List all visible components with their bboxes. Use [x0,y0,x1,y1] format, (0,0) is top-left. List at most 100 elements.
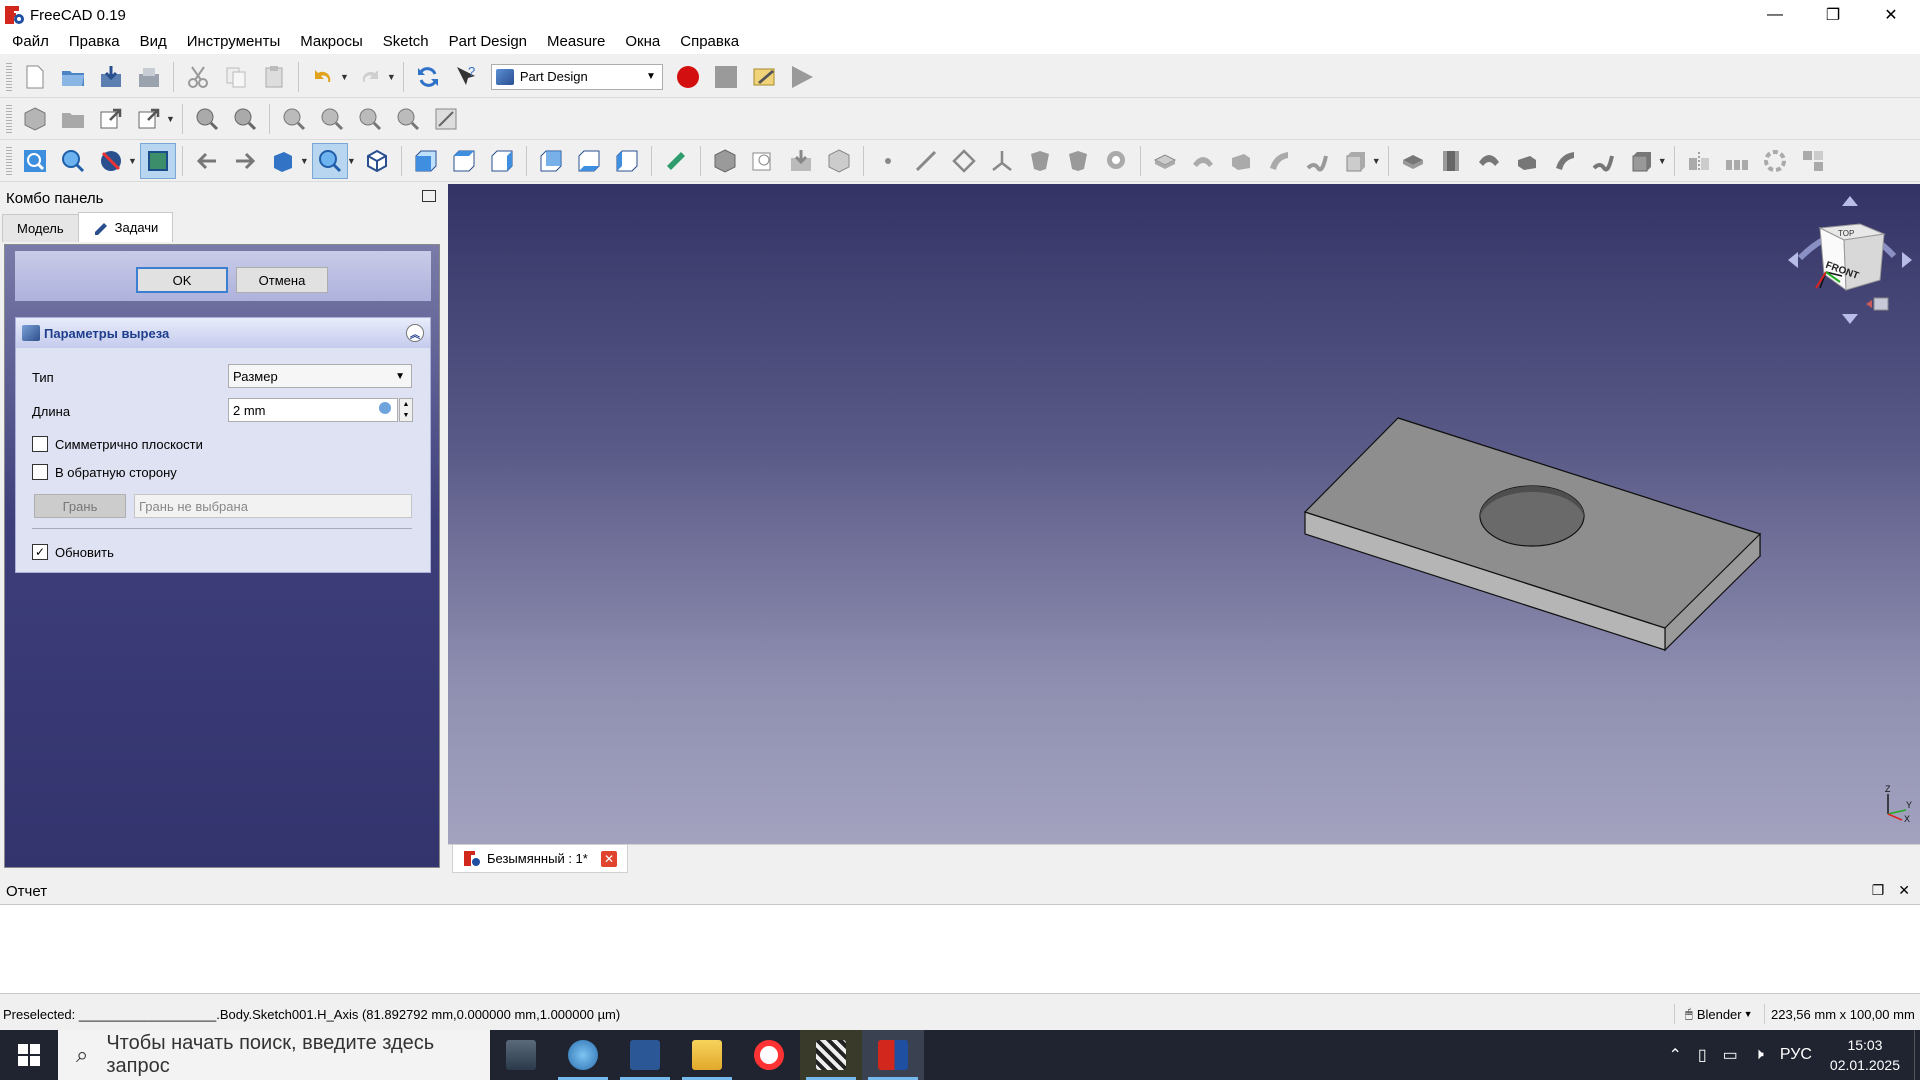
menu-windows[interactable]: Окна [615,30,670,54]
toolbar-grip[interactable] [6,146,12,175]
close-report-icon[interactable]: ✕ [1898,882,1910,899]
length-input[interactable]: 2 mm [228,398,398,422]
face-button[interactable]: Грань [34,494,126,518]
fit-all-icon[interactable] [17,143,53,179]
cancel-button[interactable]: Отмена [236,267,328,293]
plate-model[interactable] [1303,417,1762,652]
update-checkbox[interactable]: ✓ [32,544,48,560]
run-macro-icon[interactable] [784,59,820,95]
float-panel-icon[interactable] [422,190,436,202]
zoom-dropdown-icon[interactable]: ▼ [347,156,356,166]
datum-point-icon[interactable] [870,143,906,179]
link-dropdown-icon[interactable]: ▼ [166,114,175,124]
open-folder-icon[interactable] [55,59,91,95]
additive-primitive-dropdown-icon[interactable]: ▼ [1372,156,1381,166]
measure-tool-icon[interactable] [189,101,225,137]
measure-delta-icon[interactable] [428,101,464,137]
back-arrow-icon[interactable] [189,143,225,179]
redo-dropdown-icon[interactable]: ▼ [387,72,396,82]
measure-linear-icon[interactable] [276,101,312,137]
language-indicator[interactable]: РУС [1780,1046,1812,1064]
clone-icon[interactable] [821,143,857,179]
validate-sketch-icon[interactable] [783,143,819,179]
show-desktop-button[interactable] [1914,1030,1920,1080]
tab-model[interactable]: Модель [2,214,79,242]
menu-edit[interactable]: Правка [59,30,130,54]
measure-distance-icon[interactable] [658,143,694,179]
additive-loft-icon[interactable] [1223,143,1259,179]
additive-pipe-icon[interactable] [1261,143,1297,179]
record-macro-icon[interactable] [670,59,706,95]
mirrored-icon[interactable] [1681,143,1717,179]
link-actions-icon[interactable] [131,101,167,137]
usb-icon[interactable]: ▯ [1698,1045,1707,1065]
right-view-icon[interactable] [484,143,520,179]
taskbar-yandex[interactable] [738,1030,800,1080]
link-icon[interactable] [93,101,129,137]
stop-macro-icon[interactable] [708,59,744,95]
update-checkbox-row[interactable]: ✓ Обновить [32,544,114,560]
subtractive-helix-icon[interactable] [1585,143,1621,179]
isometric-view-icon[interactable] [359,143,395,179]
toolbar-grip[interactable] [6,104,12,133]
fit-selection-icon[interactable] [55,143,91,179]
datum-line-icon[interactable] [908,143,944,179]
additive-primitive-icon[interactable] [1337,143,1373,179]
undo-icon[interactable] [305,59,341,95]
report-view[interactable] [0,904,1920,994]
local-cs-icon[interactable] [984,143,1020,179]
edit-macro-icon[interactable] [746,59,782,95]
measure-angle-icon[interactable] [227,101,263,137]
start-button[interactable] [0,1030,58,1080]
bounding-box-icon[interactable] [139,142,176,179]
menu-help[interactable]: Справка [670,30,749,54]
menu-measure[interactable]: Measure [537,30,615,54]
document-tab[interactable]: Безымянный : 1* ✕ [452,845,628,873]
pad-icon[interactable] [1147,143,1183,179]
symmetric-checkbox[interactable] [32,436,48,452]
pocket-icon[interactable] [1395,143,1431,179]
3d-viewport[interactable]: TOP FRONT Z Y X [448,184,1920,844]
network-icon[interactable]: ▭ [1723,1045,1738,1065]
ok-button[interactable]: OK [136,267,228,293]
front-view-icon[interactable] [408,143,444,179]
measure-clear-icon[interactable] [352,101,388,137]
float-report-icon[interactable]: ❐ [1872,882,1885,899]
paste-icon[interactable] [256,59,292,95]
create-body-icon[interactable] [707,143,743,179]
taskbar-explorer[interactable] [676,1030,738,1080]
menu-part-design[interactable]: Part Design [439,30,537,54]
length-spinner[interactable]: ▲ ▼ [399,398,413,422]
polar-pattern-icon[interactable] [1757,143,1793,179]
face-field[interactable]: Грань не выбрана [134,494,412,518]
measure-refresh-icon[interactable] [314,101,350,137]
reversed-checkbox[interactable] [32,464,48,480]
new-document-icon[interactable] [17,59,53,95]
std-views-icon[interactable] [265,143,301,179]
top-view-icon[interactable] [446,143,482,179]
shape-binder-icon[interactable] [1022,143,1058,179]
multi-transform-icon[interactable] [1795,143,1831,179]
collapse-icon[interactable]: ︽ [406,324,424,342]
bottom-view-icon[interactable] [571,143,607,179]
std-views-dropdown-icon[interactable]: ▼ [300,156,309,166]
linear-pattern-icon[interactable] [1719,143,1755,179]
undo-dropdown-icon[interactable]: ▼ [340,72,349,82]
navigation-style-selector[interactable]: 🖱 Blender ▼ [1674,1004,1753,1024]
volume-icon[interactable]: 🕨 [1754,1046,1764,1064]
create-part-icon[interactable] [17,101,53,137]
copy-icon[interactable] [218,59,254,95]
revolution-icon[interactable] [1185,143,1221,179]
create-group-icon[interactable] [55,101,91,137]
save-icon[interactable] [93,59,129,95]
forward-arrow-icon[interactable] [227,143,263,179]
taskbar-calculator[interactable] [490,1030,552,1080]
minimize-button[interactable]: — [1746,0,1804,30]
draw-style-dropdown-icon[interactable]: ▼ [128,156,137,166]
reversed-checkbox-row[interactable]: В обратную сторону [32,464,177,480]
part-clone-icon[interactable] [1098,143,1134,179]
taskbar-word[interactable] [614,1030,676,1080]
symmetric-checkbox-row[interactable]: Симметрично плоскости [32,436,203,452]
chevron-up-icon[interactable]: ⌃ [1668,1045,1681,1065]
subshape-binder-icon[interactable] [1060,143,1096,179]
